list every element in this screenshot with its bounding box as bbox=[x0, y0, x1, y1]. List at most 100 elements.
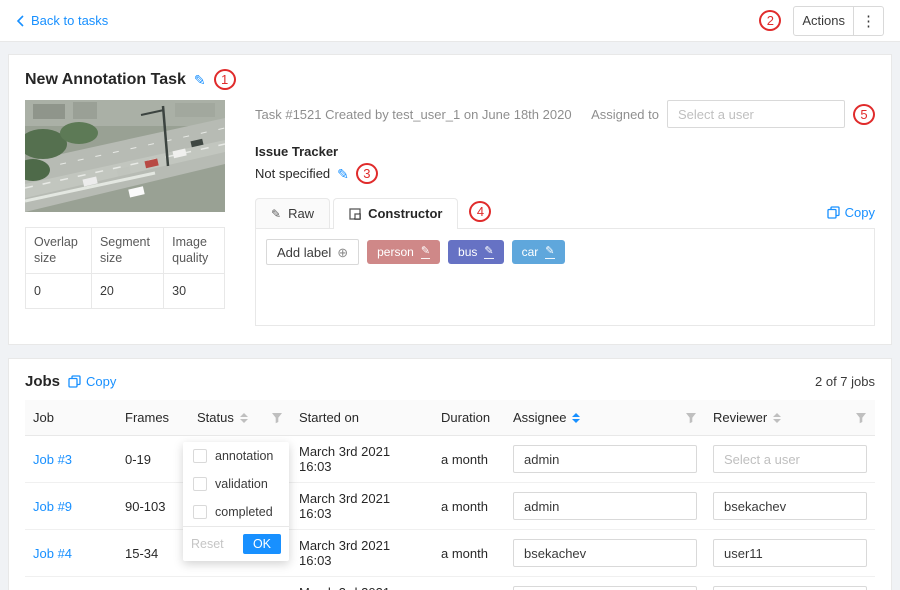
copy-jobs-link[interactable]: Copy bbox=[68, 374, 116, 389]
assignee-input[interactable] bbox=[513, 492, 697, 520]
assignee-input[interactable] bbox=[513, 445, 697, 473]
labels-tabs: ✎ Raw Constructor 4 Copy bbox=[255, 198, 875, 229]
task-parameters-table: Overlap size Segment size Image quality … bbox=[25, 227, 225, 309]
started-cell: March 3rd 2021 16:03 bbox=[291, 530, 433, 577]
jobs-table-header-row: Job Frames Status Started on bbox=[25, 400, 875, 436]
assigned-to-input[interactable] bbox=[667, 100, 845, 128]
filter-option-label: completed bbox=[215, 505, 273, 519]
labels-constructor-panel: Add label ⊕ person ✎ bus ✎ car ✎ bbox=[255, 229, 875, 326]
param-header-overlap: Overlap size bbox=[26, 228, 92, 274]
reviewer-input[interactable] bbox=[713, 492, 867, 520]
assignee-input[interactable] bbox=[513, 539, 697, 567]
add-label-button[interactable]: Add label ⊕ bbox=[266, 239, 359, 265]
chevron-left-icon bbox=[16, 15, 24, 27]
reviewer-input[interactable] bbox=[713, 539, 867, 567]
copy-labels-label: Copy bbox=[845, 205, 875, 220]
constructor-block-icon bbox=[349, 208, 361, 220]
col-assignee: Assignee bbox=[513, 410, 566, 425]
filter-option-completed[interactable]: completed bbox=[183, 498, 289, 526]
started-cell: March 3rd 2021 16:03 bbox=[291, 436, 433, 483]
job-link[interactable]: Job #4 bbox=[33, 546, 72, 561]
tab-raw-label: Raw bbox=[288, 206, 314, 221]
col-reviewer: Reviewer bbox=[713, 410, 767, 425]
col-job: Job bbox=[33, 410, 54, 425]
label-chip-car[interactable]: car ✎ bbox=[512, 240, 565, 264]
road-scene-illustration bbox=[25, 100, 225, 212]
frames-cell: 75-94 bbox=[117, 577, 189, 590]
col-status: Status bbox=[197, 410, 234, 425]
copy-labels-link[interactable]: Copy bbox=[827, 205, 875, 220]
param-value-quality: 30 bbox=[164, 273, 225, 308]
edit-label-icon[interactable]: ✎ bbox=[421, 245, 430, 258]
callout-3: 3 bbox=[356, 163, 378, 184]
frames-cell: 15-34 bbox=[117, 530, 189, 577]
param-header-segment: Segment size bbox=[91, 228, 163, 274]
col-duration: Duration bbox=[441, 410, 490, 425]
add-label-text: Add label bbox=[277, 245, 331, 260]
callout-2: 2 bbox=[759, 10, 781, 31]
edit-label-icon[interactable]: ✎ bbox=[545, 245, 554, 258]
page-body: New Annotation Task ✎ 1 bbox=[0, 42, 900, 590]
copy-icon bbox=[827, 206, 840, 219]
tab-constructor[interactable]: Constructor bbox=[333, 198, 458, 229]
edit-label-icon[interactable]: ✎ bbox=[484, 245, 493, 258]
copy-icon bbox=[68, 375, 81, 388]
checkbox-icon[interactable] bbox=[193, 449, 207, 463]
back-to-tasks-link[interactable]: Back to tasks bbox=[16, 13, 108, 28]
table-row: Job #3 0-19 March 3rd 2021 16:03 a month bbox=[25, 436, 875, 483]
jobs-table: Job Frames Status Started on bbox=[25, 400, 875, 590]
param-value-segment: 20 bbox=[91, 273, 163, 308]
job-link[interactable]: Job #3 bbox=[33, 452, 72, 467]
label-chip-car-name: car bbox=[522, 245, 539, 259]
filter-option-annotation[interactable]: annotation bbox=[183, 442, 289, 470]
task-title: New Annotation Task bbox=[25, 71, 186, 89]
frames-cell: 90-103 bbox=[117, 483, 189, 530]
reviewer-input[interactable] bbox=[713, 445, 867, 473]
tab-raw[interactable]: ✎ Raw bbox=[255, 198, 330, 228]
table-row: Job #8 75-94 completed ? March 3rd 2021 … bbox=[25, 577, 875, 590]
reviewer-sort-control[interactable] bbox=[773, 413, 781, 423]
status-cell: completed ? bbox=[189, 577, 291, 590]
duration-cell: a month bbox=[433, 436, 505, 483]
assignee-filter-icon[interactable] bbox=[685, 412, 697, 424]
duration-cell: a month bbox=[433, 483, 505, 530]
job-link[interactable]: Job #9 bbox=[33, 499, 72, 514]
vertical-dots-icon: ⋮ bbox=[861, 12, 876, 30]
label-chip-bus-name: bus bbox=[458, 245, 477, 259]
status-filter-dropdown: annotation validation completed Reset OK bbox=[183, 442, 289, 561]
col-frames: Frames bbox=[125, 410, 169, 425]
started-cell: March 3rd 2021 16:03 bbox=[291, 577, 433, 590]
copy-jobs-label: Copy bbox=[86, 374, 116, 389]
assignee-input[interactable] bbox=[513, 586, 697, 590]
status-filter-icon[interactable] bbox=[271, 412, 283, 424]
duration-cell: a month bbox=[433, 530, 505, 577]
label-chip-bus[interactable]: bus ✎ bbox=[448, 240, 504, 264]
jobs-card: Jobs Copy 2 of 7 jobs Job Frames bbox=[8, 358, 892, 590]
filter-ok-button[interactable]: OK bbox=[243, 534, 281, 554]
issue-tracker-label: Issue Tracker bbox=[255, 144, 875, 159]
edit-issue-tracker-icon[interactable]: ✎ bbox=[337, 167, 349, 181]
actions-menu-button[interactable]: ⋮ bbox=[854, 6, 884, 36]
frames-cell: 0-19 bbox=[117, 436, 189, 483]
top-bar: Back to tasks 2 Actions ⋮ bbox=[0, 0, 900, 42]
edit-task-name-icon[interactable]: ✎ bbox=[194, 73, 206, 87]
task-meta-text: Task #1521 Created by test_user_1 on Jun… bbox=[255, 107, 572, 122]
reviewer-filter-icon[interactable] bbox=[855, 412, 867, 424]
assigned-to-label: Assigned to bbox=[591, 107, 659, 122]
filter-option-validation[interactable]: validation bbox=[183, 470, 289, 498]
col-started: Started on bbox=[299, 410, 359, 425]
reviewer-input[interactable] bbox=[713, 586, 867, 590]
checkbox-icon[interactable] bbox=[193, 505, 207, 519]
back-to-tasks-label: Back to tasks bbox=[31, 13, 108, 28]
filter-option-label: annotation bbox=[215, 449, 273, 463]
status-sort-control[interactable] bbox=[240, 413, 248, 423]
checkbox-icon[interactable] bbox=[193, 477, 207, 491]
tab-constructor-label: Constructor bbox=[368, 206, 442, 221]
table-row: Job #9 90-103 March 3rd 2021 16:03 a mon… bbox=[25, 483, 875, 530]
actions-button[interactable]: Actions bbox=[793, 6, 854, 36]
jobs-title: Jobs bbox=[25, 373, 60, 390]
filter-reset-button[interactable]: Reset bbox=[191, 537, 224, 551]
assignee-sort-control[interactable] bbox=[572, 413, 580, 423]
plus-circle-icon: ⊕ bbox=[337, 246, 348, 259]
label-chip-person[interactable]: person ✎ bbox=[367, 240, 440, 264]
